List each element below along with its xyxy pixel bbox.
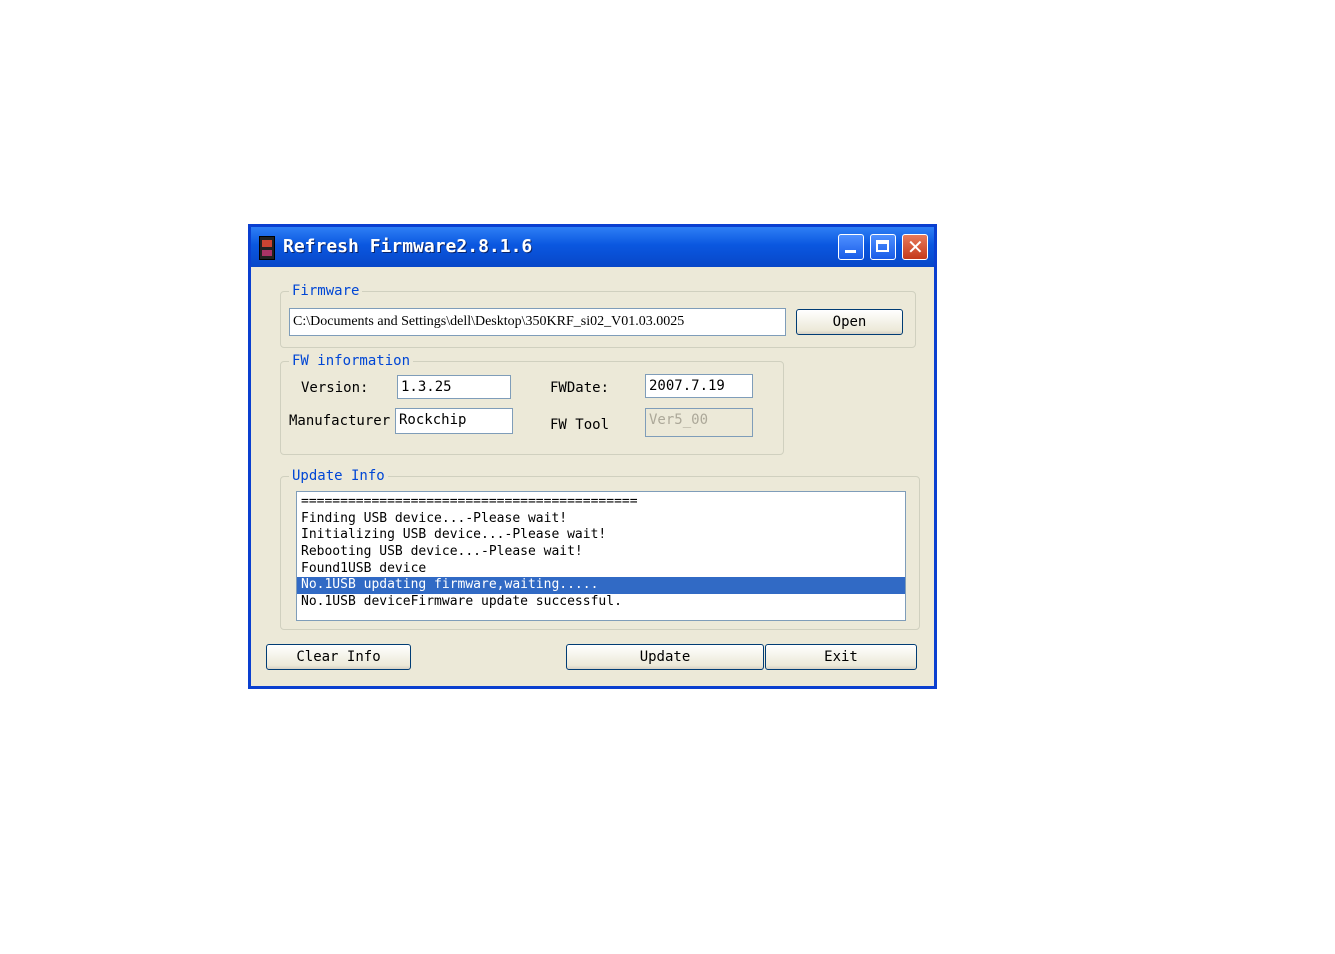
fw-tool-label: FW Tool [550,417,610,433]
exit-button[interactable]: Exit [765,644,917,670]
maximize-icon [876,240,889,252]
app-icon [259,236,275,260]
close-icon: ✕ [907,235,924,259]
log-line[interactable]: Found1USB device [297,561,905,578]
fwdate-label: FWDate: [550,380,610,396]
log-line[interactable]: Finding USB device...-Please wait! [297,511,905,528]
manufacturer-field[interactable]: Rockchip [395,408,513,434]
fw-tool-field: Ver5_00 [645,408,753,437]
open-button[interactable]: Open [796,309,903,335]
version-field[interactable]: 1.3.25 [397,375,511,399]
log-line[interactable]: Initializing USB device...-Please wait! [297,527,905,544]
clear-info-button[interactable]: Clear Info [266,644,411,670]
minimize-icon [845,250,856,253]
fw-information-legend: FW information [289,352,414,370]
update-button[interactable]: Update [566,644,764,670]
version-label: Version: [301,380,369,396]
update-info-legend: Update Info [289,467,388,485]
maximize-button[interactable] [870,234,896,260]
log-line[interactable]: Rebooting USB device...-Please wait! [297,544,905,561]
firmware-path-field[interactable]: C:\Documents and Settings\dell\Desktop\3… [289,308,786,336]
firmware-legend: Firmware [289,282,363,300]
fwdate-field[interactable]: 2007.7.19 [645,374,753,398]
update-log-list[interactable]: ========================================… [296,491,906,621]
close-button[interactable]: ✕ [902,234,928,260]
manufacturer-label: Manufacturer [289,413,391,429]
log-line-selected[interactable]: No.1USB updating firmware,waiting..... [297,577,905,595]
window-title: Refresh Firmware2.8.1.6 [283,236,533,257]
log-line[interactable]: ========================================… [297,494,905,511]
minimize-button[interactable] [838,234,864,260]
refresh-firmware-window: Refresh Firmware2.8.1.6 ✕ Firmware C:\Do… [248,224,937,689]
title-bar[interactable]: Refresh Firmware2.8.1.6 ✕ [251,227,934,267]
log-line[interactable]: No.1USB deviceFirmware update successful… [297,594,905,611]
